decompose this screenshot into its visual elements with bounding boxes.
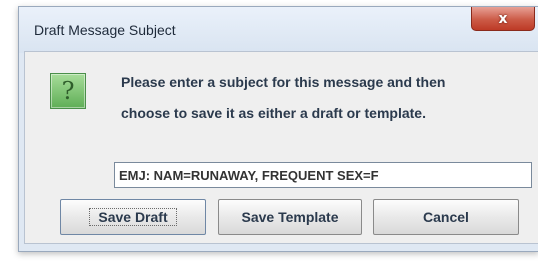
question-mark-glyph: ?: [61, 77, 75, 105]
save-template-label: Save Template: [241, 209, 339, 225]
question-mark-icon: ?: [50, 73, 86, 109]
dialog-title: Draft Message Subject: [34, 22, 176, 38]
dialog-body: ? Please enter a subject for this messag…: [24, 51, 538, 244]
prompt-text-line-2: choose to save it as either a draft or t…: [121, 105, 426, 121]
save-draft-button[interactable]: Save Draft: [60, 199, 206, 235]
save-draft-label: Save Draft: [98, 209, 168, 225]
save-template-button[interactable]: Save Template: [218, 199, 362, 235]
close-icon: x: [498, 10, 508, 27]
cancel-label: Cancel: [423, 209, 469, 225]
prompt-text-line-1: Please enter a subject for this message …: [121, 74, 446, 90]
cancel-button[interactable]: Cancel: [373, 199, 519, 235]
close-button[interactable]: x: [471, 7, 535, 31]
subject-input[interactable]: [114, 162, 532, 188]
title-bar[interactable]: Draft Message Subject x: [19, 7, 538, 53]
dialog-window: Draft Message Subject x ? Please enter a…: [18, 6, 538, 252]
screen: Draft Message Subject x ? Please enter a…: [0, 0, 538, 261]
